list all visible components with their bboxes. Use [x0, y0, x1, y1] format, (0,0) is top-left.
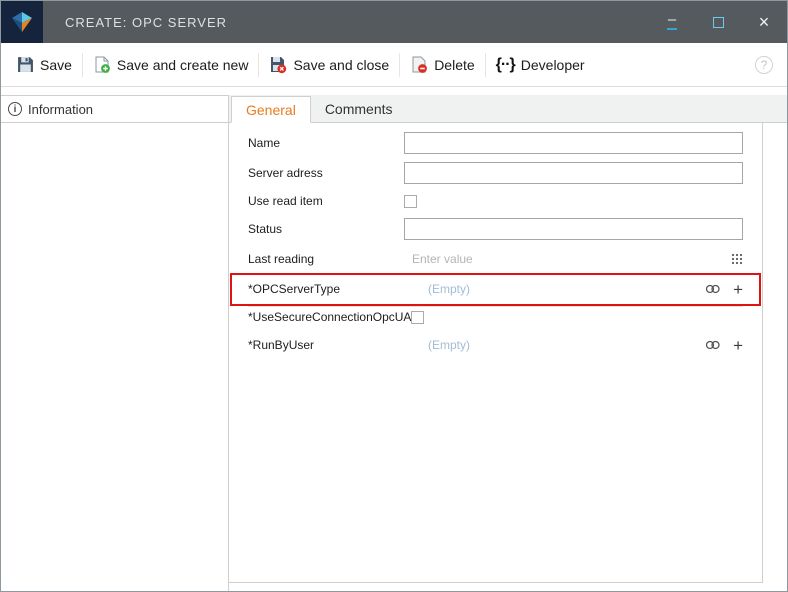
- general-form: Name Server adress Use rea: [229, 123, 763, 583]
- form-row-use-read-item: Use read item: [229, 188, 762, 214]
- save-and-close-button[interactable]: Save and close: [259, 49, 399, 81]
- name-input[interactable]: [404, 132, 743, 154]
- titlebar: CREATE: OPC SERVER – ×: [1, 1, 787, 43]
- tab-comments[interactable]: Comments: [311, 95, 407, 122]
- tab-general[interactable]: General: [231, 96, 311, 123]
- maximize-button[interactable]: [695, 1, 741, 43]
- field-label: Use read item: [248, 194, 404, 208]
- save-and-close-label: Save and close: [293, 57, 389, 73]
- toolbar: Save Save and create new Save and close: [1, 43, 787, 87]
- form-row-last-reading: Last reading Enter value: [229, 244, 762, 274]
- form-row-name: Name: [229, 128, 762, 158]
- status-input[interactable]: [404, 218, 743, 240]
- field-label: Server adress: [248, 166, 404, 180]
- window-controls: – ×: [649, 1, 787, 43]
- info-icon: i: [8, 102, 22, 116]
- run-by-user-value[interactable]: (Empty): [404, 338, 470, 352]
- save-label: Save: [40, 57, 72, 73]
- use-read-item-checkbox[interactable]: [404, 195, 417, 208]
- field-label: Status: [248, 222, 404, 236]
- server-address-input[interactable]: [404, 162, 743, 184]
- delete-button[interactable]: Delete: [400, 49, 484, 81]
- maximize-icon: [713, 17, 724, 28]
- developer-icon: {··}: [496, 56, 515, 74]
- field-label: Name: [248, 136, 404, 150]
- save-close-icon: [269, 56, 287, 74]
- tab-comments-label: Comments: [325, 101, 393, 117]
- link-icon[interactable]: [705, 339, 721, 351]
- save-icon: [17, 56, 34, 73]
- tab-general-label: General: [246, 102, 296, 118]
- close-button[interactable]: ×: [741, 1, 787, 43]
- form-row-server-address: Server adress: [229, 158, 762, 188]
- developer-label: Developer: [521, 57, 585, 73]
- tabstrip: General Comments: [229, 95, 787, 123]
- save-button[interactable]: Save: [7, 49, 82, 81]
- save-create-new-icon: [93, 56, 111, 74]
- delete-icon: [410, 56, 428, 74]
- help-icon[interactable]: ?: [755, 56, 773, 74]
- main-area: i Information General Comments Name: [1, 87, 787, 591]
- close-icon: ×: [759, 12, 770, 33]
- link-icon[interactable]: [705, 283, 721, 295]
- row-separator: [248, 306, 743, 307]
- use-secure-connection-checkbox[interactable]: [411, 311, 424, 324]
- form-row-opc-server-type: *OPCServerType (Empty) +: [229, 274, 762, 304]
- field-label: Last reading: [248, 252, 404, 266]
- delete-label: Delete: [434, 57, 474, 73]
- developer-button[interactable]: {··} Developer: [486, 49, 595, 81]
- last-reading-field[interactable]: Enter value: [404, 252, 473, 266]
- tab-content: Name Server adress Use rea: [229, 123, 787, 591]
- information-tab[interactable]: i Information: [1, 95, 228, 123]
- add-icon[interactable]: +: [733, 281, 743, 298]
- information-panel: i Information: [1, 95, 229, 591]
- grid-picker-icon[interactable]: [731, 253, 743, 265]
- field-label: *RunByUser: [248, 338, 404, 352]
- form-row-run-by-user: *RunByUser (Empty) +: [229, 330, 762, 360]
- opc-server-type-value[interactable]: (Empty): [404, 282, 470, 296]
- add-icon[interactable]: +: [733, 337, 743, 354]
- app-window: CREATE: OPC SERVER – × Save: [0, 0, 788, 592]
- save-and-create-new-button[interactable]: Save and create new: [83, 49, 259, 81]
- app-logo: [1, 1, 43, 43]
- field-label: *OPCServerType: [248, 282, 404, 296]
- minimize-icon: –: [667, 15, 677, 30]
- window-title: CREATE: OPC SERVER: [65, 15, 227, 30]
- field-label: *UseSecureConnectionOpcUA: [248, 310, 411, 324]
- detail-area: General Comments Name: [229, 95, 787, 591]
- save-and-create-new-label: Save and create new: [117, 57, 249, 73]
- form-row-use-secure-connection: *UseSecureConnectionOpcUA: [229, 304, 762, 330]
- information-tab-label: Information: [28, 102, 93, 117]
- minimize-button[interactable]: –: [649, 1, 695, 43]
- logo-icon: [10, 10, 34, 34]
- form-row-status: Status: [229, 214, 762, 244]
